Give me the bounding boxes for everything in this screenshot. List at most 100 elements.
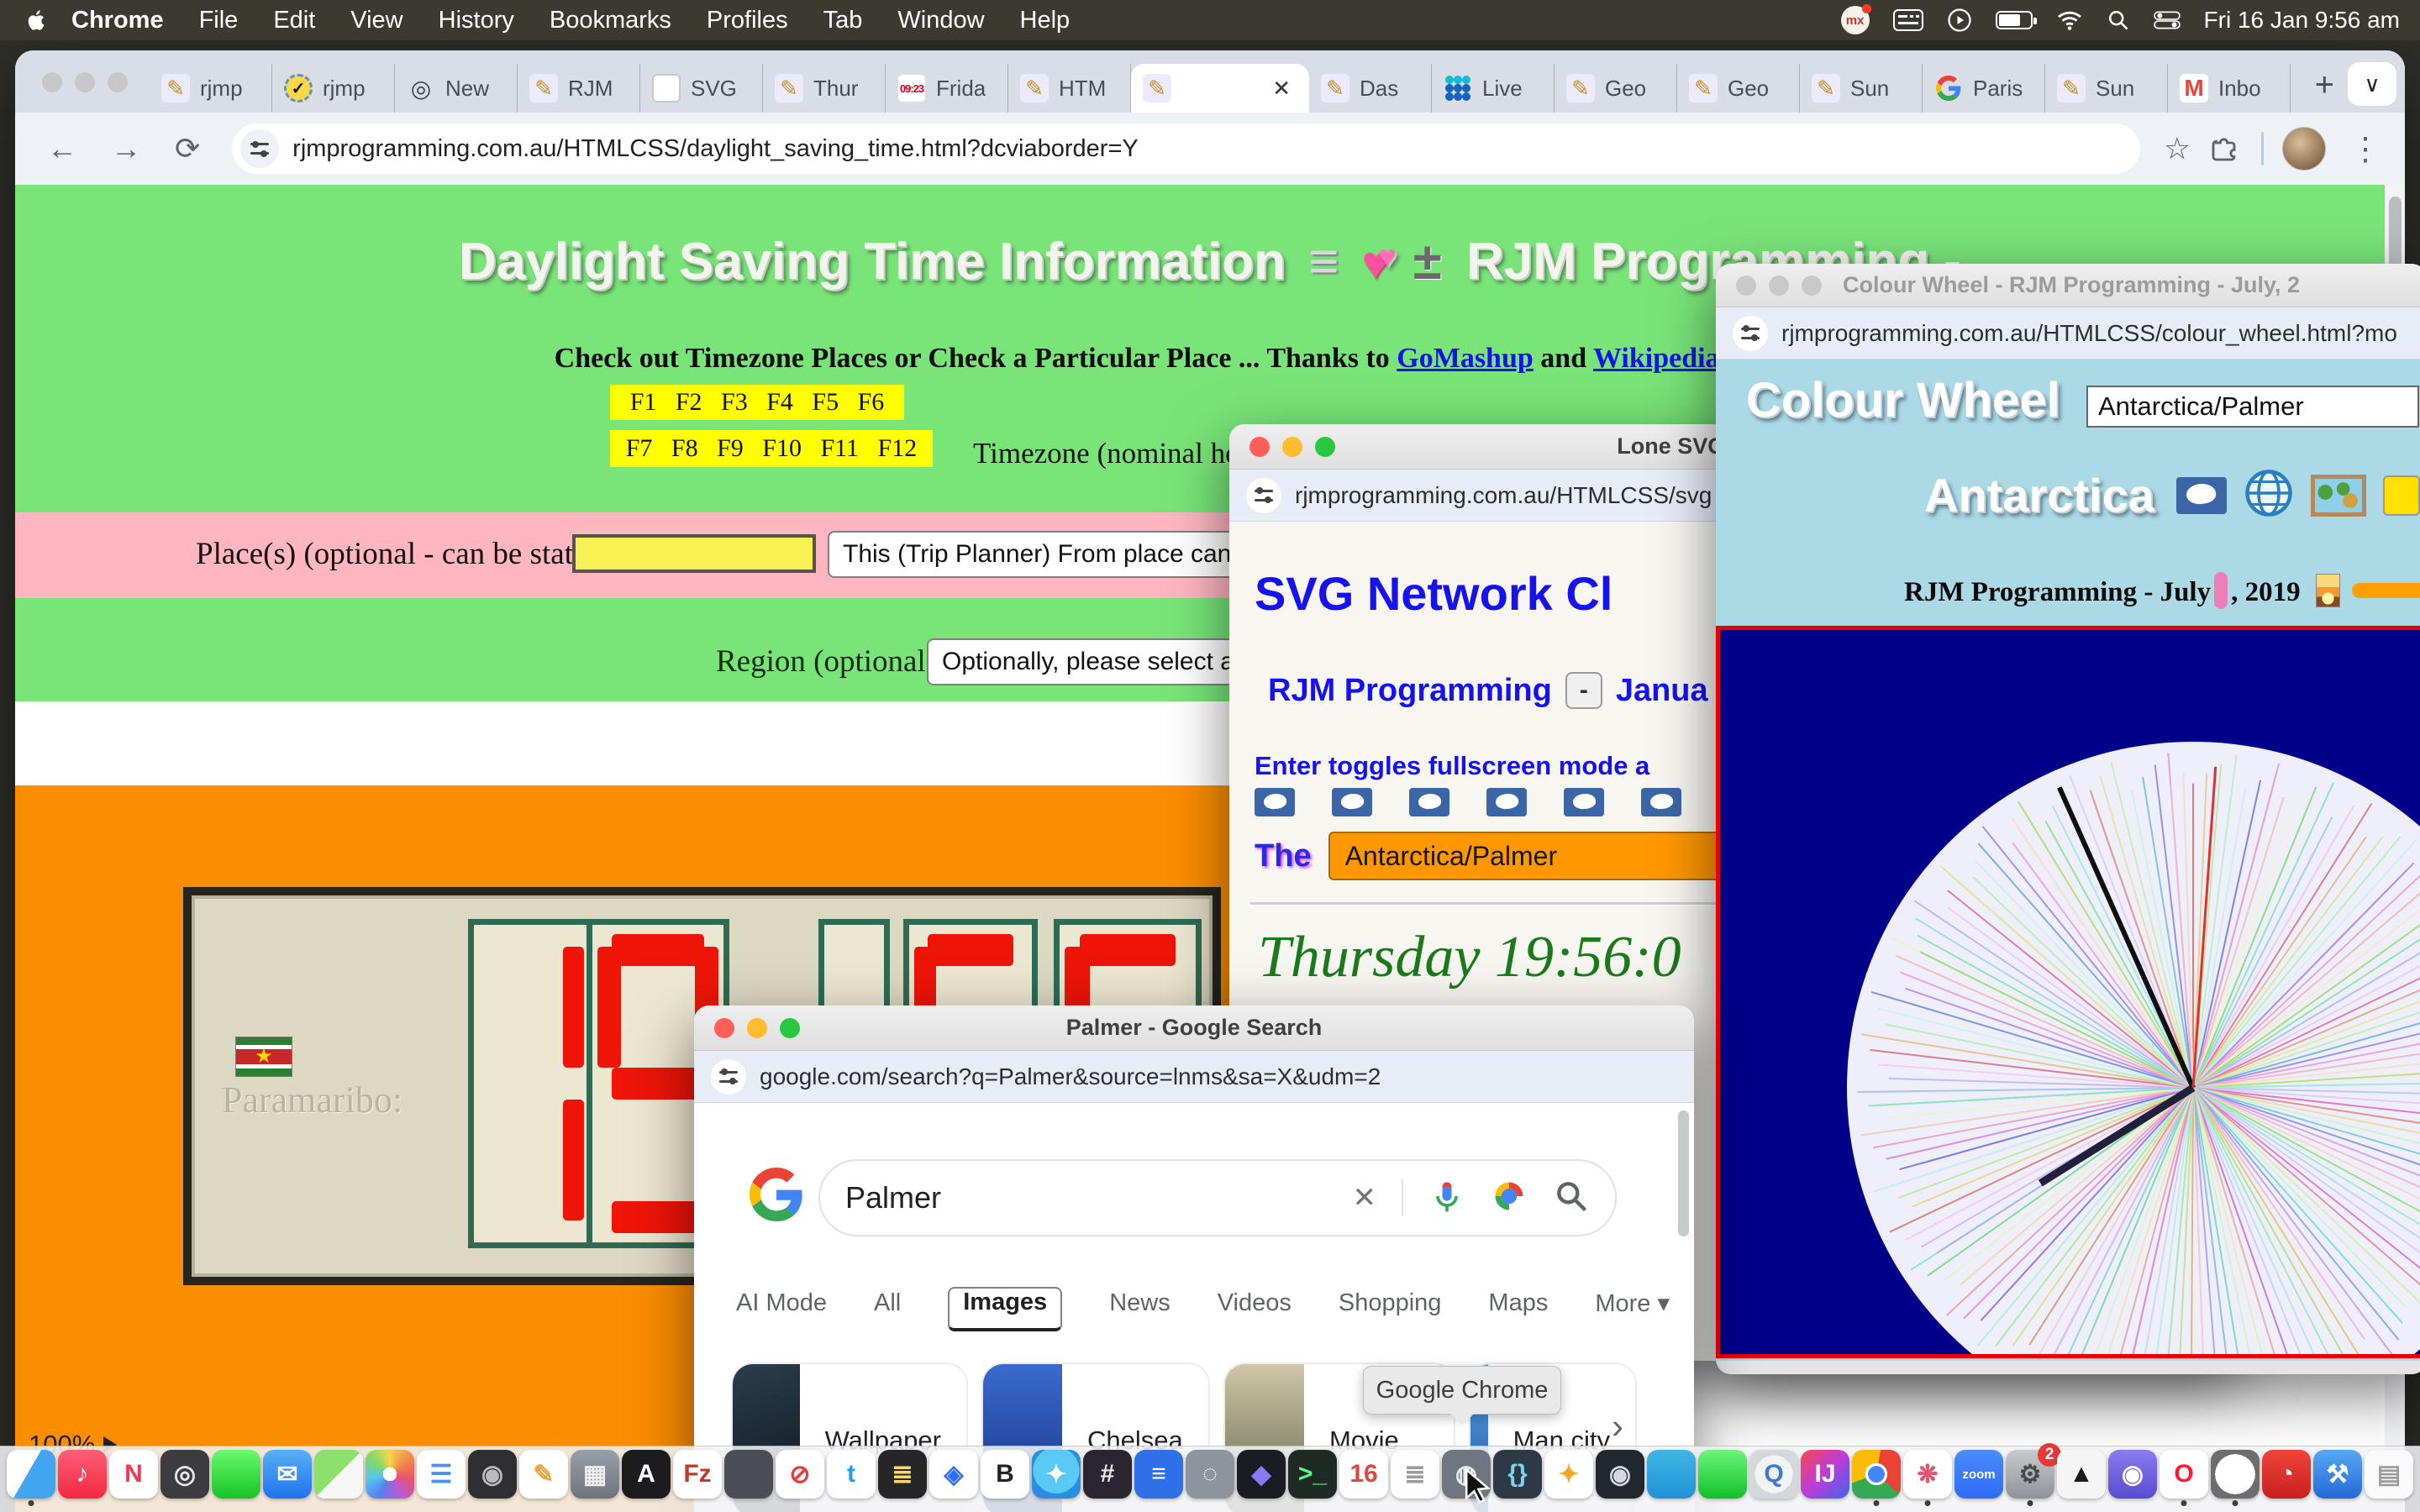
- url-text[interactable]: rjmprogramming.com.au/HTMLCSS/daylight_s…: [292, 135, 1139, 163]
- menu-profiles[interactable]: Profiles: [689, 7, 806, 34]
- minimize-window-button[interactable]: [1282, 437, 1302, 457]
- dock-icon-reminders[interactable]: ☰: [417, 1450, 466, 1499]
- google-tab-more-[interactable]: More ▾: [1595, 1289, 1670, 1330]
- chrome-menu-icon[interactable]: ⋮: [2344, 130, 2386, 168]
- antarctica-flag-icon[interactable]: [1564, 788, 1604, 816]
- close-icon[interactable]: ✕: [1265, 76, 1297, 102]
- dock-icon-twitter[interactable]: t: [827, 1450, 876, 1499]
- fkey-row-1[interactable]: F1 F2 F3 F4 F5 F6: [610, 385, 904, 420]
- dock-icon-panda-app[interactable]: ◉: [2108, 1450, 2157, 1499]
- browser-tab-sun[interactable]: ✎Sun: [2045, 64, 2168, 113]
- zoom-window-button[interactable]: [780, 1018, 800, 1038]
- dock-icon-telegram[interactable]: [1647, 1450, 1696, 1499]
- apple-menu-icon[interactable]: [0, 8, 54, 32]
- dock-icon-camera[interactable]: ◉: [468, 1450, 517, 1499]
- close-window-button[interactable]: [714, 1018, 734, 1038]
- zoom-window-button[interactable]: [108, 72, 128, 92]
- clear-search-icon[interactable]: ✕: [1353, 1181, 1377, 1215]
- dock-icon-textedit[interactable]: ≣: [1391, 1450, 1439, 1499]
- dock-icon-messages[interactable]: [212, 1450, 260, 1499]
- menu-app-name[interactable]: Chrome: [54, 7, 182, 34]
- dock-icon-downloads[interactable]: ▤: [2365, 1450, 2413, 1499]
- dock-icon-mail[interactable]: ✉: [263, 1450, 312, 1499]
- dock-icon-obs[interactable]: ◉: [1596, 1450, 1644, 1499]
- site-settings-icon[interactable]: [711, 1059, 746, 1095]
- dock-icon-obsidian[interactable]: ◆: [1237, 1450, 1286, 1499]
- browser-tab-paris[interactable]: Paris: [1923, 64, 2045, 113]
- antarctica-flag-icon[interactable]: [1332, 788, 1372, 816]
- browser-tab-sun[interactable]: ✎Sun: [1800, 64, 1923, 113]
- search-query-text[interactable]: Palmer: [845, 1180, 1353, 1215]
- dock-icon-facetime[interactable]: [1698, 1450, 1747, 1499]
- battery-icon[interactable]: [1996, 11, 2033, 29]
- browser-tab-rjm[interactable]: ✎RJM: [518, 64, 640, 113]
- url-text[interactable]: google.com/search?q=Palmer&source=lnms&s…: [760, 1063, 1381, 1090]
- menu-bookmarks[interactable]: Bookmarks: [532, 7, 689, 34]
- dock-icon-bear[interactable]: B: [981, 1450, 1029, 1499]
- browser-tab-geo[interactable]: ✎Geo: [1677, 64, 1800, 113]
- places-input[interactable]: [572, 534, 816, 573]
- dock-icon-sketch[interactable]: ✦: [1544, 1450, 1593, 1499]
- dock-icon-sql-gauge[interactable]: ◔: [2262, 1450, 2311, 1499]
- colour-wheel-clock-panel[interactable]: [1716, 626, 2420, 1358]
- dock-icon-terminal[interactable]: >_: [1288, 1450, 1337, 1499]
- dock-icon-news[interactable]: N: [109, 1450, 158, 1499]
- menu-bar-clock[interactable]: Fri 16 Jan 9:56 am: [2204, 7, 2400, 34]
- menu-view[interactable]: View: [333, 7, 420, 34]
- dock-icon-intellij[interactable]: IJ: [1801, 1450, 1849, 1499]
- dock-icon-docs[interactable]: ≡: [1134, 1450, 1183, 1499]
- google-tab-ai-mode[interactable]: AI Mode: [736, 1289, 827, 1329]
- close-window-button[interactable]: [1249, 437, 1270, 457]
- dock-icon-music[interactable]: ♪: [58, 1450, 107, 1499]
- wifi-icon[interactable]: [2056, 9, 2083, 31]
- play-status-icon[interactable]: [1947, 8, 1972, 33]
- antarctica-flag-icon[interactable]: [1641, 788, 1681, 816]
- search-submit-icon[interactable]: [1553, 1178, 1590, 1219]
- browser-tab-active[interactable]: ✎✕: [1131, 64, 1309, 113]
- extensions-icon[interactable]: [2209, 130, 2243, 168]
- dock-icon-devtools[interactable]: {}: [1493, 1450, 1542, 1499]
- menu-edit[interactable]: Edit: [255, 7, 333, 34]
- browser-tab-geo[interactable]: ✎Geo: [1555, 64, 1677, 113]
- voice-search-icon[interactable]: [1428, 1178, 1465, 1219]
- mx-status-icon[interactable]: mx: [1841, 6, 1870, 34]
- google-tab-shopping[interactable]: Shopping: [1339, 1289, 1442, 1329]
- dock-icon-slack-dark[interactable]: #: [1083, 1450, 1132, 1499]
- browser-tab-rjmp[interactable]: ✎rjmp: [150, 64, 272, 113]
- google-window-urlbar[interactable]: google.com/search?q=Palmer&source=lnms&s…: [694, 1051, 1694, 1103]
- minus-button[interactable]: -: [1565, 672, 1602, 709]
- bookmark-star-icon[interactable]: ☆: [2164, 131, 2191, 166]
- browser-tab-thur[interactable]: ✎Thur: [763, 64, 886, 113]
- url-text[interactable]: rjmprogramming.com.au/HTMLCSS/svg: [1295, 482, 1712, 509]
- dock-icon-appstore[interactable]: A: [622, 1450, 671, 1499]
- google-tab-images[interactable]: Images: [948, 1287, 1062, 1331]
- dock-icon-transmit[interactable]: [724, 1450, 773, 1499]
- control-center-icon[interactable]: [2154, 11, 2181, 29]
- zoom-window-button[interactable]: [1802, 276, 1822, 296]
- window-controls[interactable]: [42, 72, 128, 92]
- dock-icon-pixelmator[interactable]: ❋: [1903, 1450, 1952, 1499]
- google-logo[interactable]: [750, 1168, 803, 1221]
- url-text[interactable]: rjmprogramming.com.au/HTMLCSS/colour_whe…: [1781, 320, 2397, 347]
- chips-more-arrow[interactable]: ›: [1612, 1406, 1623, 1446]
- cw-window-urlbar[interactable]: rjmprogramming.com.au/HTMLCSS/colour_whe…: [1716, 307, 2420, 360]
- dock-icon-photos[interactable]: [366, 1450, 414, 1499]
- dock-icon-photo-booth[interactable]: ◎: [160, 1450, 209, 1499]
- dock-icon-do-not-enter[interactable]: ⊘: [776, 1450, 824, 1499]
- menu-tab[interactable]: Tab: [806, 7, 881, 34]
- info-icon[interactable]: [2383, 475, 2420, 516]
- browser-tab-new[interactable]: ◎New: [395, 64, 518, 113]
- sunset-thumbnail-icon[interactable]: [2316, 574, 2341, 607]
- orange-slider-bar[interactable]: [2352, 583, 2420, 598]
- spotlight-icon[interactable]: [2107, 8, 2130, 32]
- address-bar[interactable]: rjmprogramming.com.au/HTMLCSS/daylight_s…: [232, 123, 2140, 174]
- minimize-window-button[interactable]: [75, 72, 95, 92]
- google-tab-news[interactable]: News: [1109, 1289, 1171, 1329]
- dock-icon-settings[interactable]: ⚙2: [2006, 1450, 2054, 1499]
- globe-icon[interactable]: [2244, 468, 2294, 522]
- close-window-button[interactable]: [1736, 276, 1756, 296]
- site-settings-icon[interactable]: [1246, 478, 1281, 513]
- menu-help[interactable]: Help: [1002, 7, 1088, 34]
- search-input[interactable]: Palmer ✕: [818, 1159, 1617, 1236]
- zoom-window-button[interactable]: [1315, 437, 1335, 457]
